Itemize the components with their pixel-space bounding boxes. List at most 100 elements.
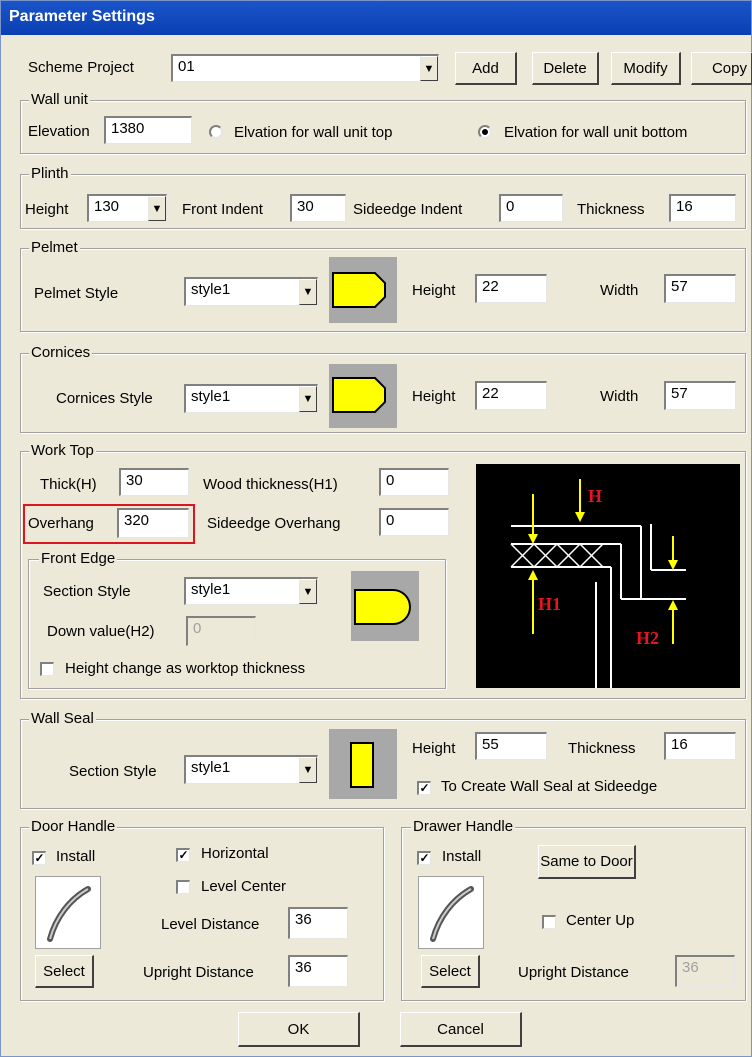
thick-h-label: Thick(H)	[40, 476, 97, 493]
cancel-button[interactable]: Cancel	[400, 1012, 522, 1047]
front-indent-input[interactable]: 30	[290, 194, 346, 222]
drawer-install-checkbox[interactable]: ✓	[417, 851, 431, 865]
wall-seal-thickness-label: Thickness	[568, 740, 636, 757]
pelmet-profile-preview	[329, 257, 397, 323]
chevron-down-icon[interactable]: ▼	[299, 386, 317, 412]
worktop-diagram: H H1 H2	[476, 464, 740, 688]
ok-button[interactable]: OK	[238, 1012, 360, 1047]
wall-seal-section-label: Section Style	[69, 763, 157, 780]
chevron-down-icon[interactable]: ▼	[299, 757, 317, 783]
front-edge-style-select[interactable]: style1 ▼	[184, 577, 318, 605]
worktop-section-diagram	[510, 479, 686, 688]
horizontal-checkbox[interactable]: ✓	[176, 848, 190, 862]
scheme-project-value: 01	[178, 58, 195, 75]
height-change-label: Height change as worktop thickness	[65, 660, 306, 677]
drawer-upright-distance-input[interactable]: 36	[675, 955, 735, 987]
pelmet-style-label: Pelmet Style	[34, 285, 119, 302]
sideedge-overhang-label: Sideedge Overhang	[207, 515, 341, 532]
modify-button[interactable]: Modify	[611, 52, 681, 85]
door-select-button[interactable]: Select	[35, 955, 94, 988]
create-wall-seal-checkbox[interactable]: ✓	[417, 781, 431, 795]
wood-thickness-input[interactable]: 0	[379, 468, 449, 496]
sideedge-overhang-input[interactable]: 0	[379, 508, 449, 536]
door-install-checkbox[interactable]: ✓	[32, 851, 46, 865]
pelmet-height-label: Height	[412, 282, 456, 299]
drawer-handle-preview	[418, 876, 484, 949]
title-bar: Parameter Settings	[1, 1, 751, 35]
parameter-settings-dialog: Parameter Settings Scheme Project 01 ▼ A…	[0, 0, 752, 1057]
pelmet-height-input[interactable]: 22	[475, 274, 547, 303]
cornices-height-input[interactable]: 22	[475, 381, 547, 410]
plinth-height-value: 130	[94, 198, 120, 215]
pelmet-width-input[interactable]: 57	[664, 274, 736, 303]
front-indent-label: Front Indent	[182, 201, 263, 218]
down-value-input[interactable]: 0	[186, 616, 256, 646]
pelmet-style-select[interactable]: style1 ▼	[184, 277, 318, 306]
overhang-input[interactable]: 320	[117, 508, 189, 538]
sideedge-indent-input[interactable]: 0	[499, 194, 563, 222]
chevron-down-icon[interactable]: ▼	[148, 196, 166, 221]
scheme-project-select[interactable]: 01 ▼	[171, 54, 439, 82]
plinth-thickness-input[interactable]: 16	[669, 194, 736, 222]
cornices-title: Cornices	[29, 344, 93, 361]
scheme-project-label: Scheme Project	[28, 59, 134, 76]
chevron-down-icon[interactable]: ▼	[299, 579, 317, 604]
drawer-handle-title: Drawer Handle	[411, 818, 516, 835]
cornices-width-label: Width	[600, 388, 639, 405]
thick-h-input[interactable]: 30	[119, 468, 189, 496]
plinth-thickness-label: Thickness	[577, 201, 645, 218]
wall-seal-profile-icon	[350, 742, 374, 788]
delete-button[interactable]: Delete	[532, 52, 599, 85]
add-button[interactable]: Add	[455, 52, 517, 85]
wall-seal-thickness-input[interactable]: 16	[664, 732, 736, 760]
elevation-input[interactable]: 1380	[104, 116, 192, 144]
cornices-width-input[interactable]: 57	[664, 381, 736, 410]
front-edge-profile-preview	[351, 571, 419, 641]
plinth-height-label: Height	[25, 201, 69, 218]
wall-seal-style-select[interactable]: style1 ▼	[184, 755, 318, 784]
plinth-title: Plinth	[29, 165, 71, 182]
chevron-down-icon[interactable]: ▼	[420, 56, 438, 81]
height-change-checkbox[interactable]	[40, 662, 54, 676]
front-edge-profile-icon	[354, 589, 411, 625]
cornices-profile-preview	[329, 364, 397, 428]
door-upright-distance-input[interactable]: 36	[288, 955, 348, 987]
drawer-select-button[interactable]: Select	[421, 955, 480, 988]
cornices-height-label: Height	[412, 388, 456, 405]
wall-seal-title: Wall Seal	[29, 710, 96, 727]
radio-wall-unit-bottom-label: Elvation for wall unit bottom	[504, 124, 688, 141]
door-install-label: Install	[56, 848, 96, 865]
chevron-down-icon[interactable]: ▼	[299, 279, 317, 305]
section-style-label: Section Style	[43, 583, 131, 600]
wall-seal-height-input[interactable]: 55	[475, 732, 547, 760]
front-edge-title: Front Edge	[39, 550, 118, 567]
center-up-checkbox[interactable]	[542, 915, 556, 929]
down-value-label: Down value(H2)	[47, 623, 155, 640]
work-top-title: Work Top	[29, 442, 96, 459]
copy-button[interactable]: Copy	[691, 52, 752, 85]
cornices-style-label: Cornices Style	[56, 390, 153, 407]
center-up-label: Center Up	[566, 912, 635, 929]
front-edge-style-value: style1	[191, 581, 231, 598]
plinth-height-select[interactable]: 130 ▼	[87, 194, 167, 222]
cornices-style-select[interactable]: style1 ▼	[184, 384, 318, 413]
level-center-checkbox[interactable]	[176, 880, 190, 894]
level-distance-input[interactable]: 36	[288, 907, 348, 939]
wall-unit-title: Wall unit	[29, 91, 90, 108]
pelmet-width-label: Width	[600, 282, 639, 299]
handle-icon	[430, 886, 474, 942]
pelmet-profile-icon	[332, 272, 386, 308]
same-to-door-button[interactable]: Same to Door	[538, 845, 636, 879]
create-wall-seal-label: To Create Wall Seal at Sideedge	[441, 778, 658, 795]
sideedge-indent-label: Sideedge Indent	[353, 201, 463, 218]
wall-seal-style-value: style1	[191, 759, 231, 776]
wood-thickness-label: Wood thickness(H1)	[203, 476, 338, 493]
drawer-install-label: Install	[442, 848, 482, 865]
radio-wall-unit-top[interactable]	[209, 125, 223, 139]
wall-seal-height-label: Height	[412, 740, 456, 757]
diagram-label-h2: H2	[636, 628, 660, 648]
overhang-label: Overhang	[28, 515, 94, 532]
radio-wall-unit-top-label: Elvation for wall unit top	[234, 124, 393, 141]
cornices-profile-icon	[332, 377, 386, 413]
radio-wall-unit-bottom[interactable]	[478, 125, 492, 139]
